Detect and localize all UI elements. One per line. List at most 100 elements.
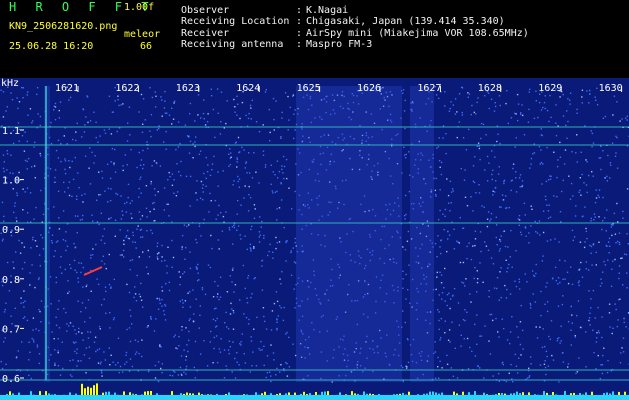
- noise-dot: [282, 319, 285, 322]
- noise-dot: [478, 184, 480, 186]
- noise-dot: [591, 264, 593, 266]
- noise-dot: [439, 246, 441, 248]
- noise-dot: [444, 300, 446, 302]
- noise-dot: [178, 345, 180, 347]
- noise-dot: [57, 139, 60, 142]
- noise-dot: [36, 344, 39, 346]
- noise-dot: [39, 115, 42, 118]
- noise-dot: [606, 371, 609, 374]
- noise-dot: [538, 220, 541, 222]
- noise-dot: [402, 270, 404, 272]
- noise-dot: [436, 276, 438, 278]
- noise-dot: [238, 151, 240, 154]
- noise-dot: [538, 146, 541, 148]
- noise-dot: [436, 147, 438, 149]
- noise-dot: [230, 156, 232, 158]
- noise-dot: [57, 365, 60, 367]
- noise-dot: [622, 351, 625, 353]
- noise-dot: [213, 347, 215, 350]
- noise-dot: [27, 157, 30, 160]
- noise-dot: [535, 231, 537, 233]
- time-tick-label: 1625: [297, 83, 321, 94]
- time-tick-label: 1626: [357, 83, 381, 94]
- noise-dot: [114, 171, 117, 173]
- noise-dot: [592, 289, 595, 292]
- noise-dot: [246, 248, 248, 251]
- noise-dot: [622, 210, 624, 213]
- noise-dot: [226, 326, 228, 328]
- noise-dot: [530, 205, 532, 207]
- noise-dot: [101, 375, 103, 377]
- noise-dot: [528, 375, 531, 377]
- noise-dot: [186, 344, 188, 346]
- noise-dot: [207, 164, 209, 166]
- noise-dot: [620, 352, 622, 354]
- noise-dot: [446, 354, 448, 357]
- noise-dot: [476, 145, 478, 147]
- noise-dot: [33, 165, 36, 167]
- noise-dot: [157, 258, 159, 260]
- noise-dot: [118, 371, 120, 374]
- noise-dot: [594, 201, 597, 204]
- noise-dot: [2, 116, 5, 118]
- noise-dot: [23, 306, 25, 308]
- noise-dot: [49, 276, 52, 278]
- noise-dot: [222, 215, 225, 218]
- noise-dot: [69, 263, 71, 266]
- noise-dot: [209, 192, 211, 195]
- noise-dot: [494, 156, 496, 158]
- noise-dot: [530, 157, 533, 160]
- noise-dot: [233, 312, 235, 314]
- noise-dot: [29, 192, 32, 194]
- noise-dot: [486, 155, 489, 158]
- noise-dot: [192, 143, 194, 145]
- noise-dot: [184, 258, 186, 260]
- noise-dot: [228, 229, 231, 231]
- noise-dot: [541, 260, 544, 262]
- noise-dot: [196, 268, 198, 270]
- noise-dot: [518, 281, 521, 283]
- noise-dot: [292, 343, 294, 345]
- noise-dot: [33, 146, 35, 148]
- spectrogram: kHz 1.1 1.0 0.9 0.8 0.7 0.6 1621 1622 1623 1624 162…: [0, 78, 629, 400]
- noise-dot: [444, 208, 447, 211]
- noise-dot: [215, 335, 218, 337]
- noise-dot: [589, 244, 591, 247]
- noise-dot: [489, 220, 491, 222]
- noise-dot: [261, 289, 264, 291]
- noise-dot: [488, 290, 490, 292]
- noise-dot: [545, 350, 548, 353]
- noise-dot: [457, 302, 460, 304]
- noise-dot: [509, 293, 512, 295]
- noise-dot: [85, 285, 87, 288]
- noise-dot: [496, 140, 498, 143]
- noise-dot: [173, 179, 175, 181]
- noise-dot: [38, 277, 40, 279]
- noise-dot: [188, 339, 190, 342]
- noise-dot: [59, 266, 62, 268]
- noise-dot: [188, 319, 190, 322]
- noise-dot: [135, 247, 137, 249]
- noise-dot: [188, 330, 190, 333]
- noise-dot: [6, 261, 9, 264]
- noise-dot: [585, 268, 588, 270]
- noise-dot: [172, 118, 175, 120]
- noise-dot: [60, 143, 62, 145]
- noise-dot: [181, 374, 183, 376]
- noise-dot: [554, 238, 556, 240]
- noise-dot: [64, 240, 67, 242]
- noise-dot: [281, 111, 283, 114]
- noise-dot: [454, 113, 457, 115]
- noise-dot: [546, 301, 549, 303]
- noise-dot: [166, 265, 168, 267]
- noise-dot: [85, 372, 87, 374]
- noise-dot: [236, 161, 238, 163]
- noise-dot: [23, 261, 26, 264]
- noise-dot: [472, 165, 475, 167]
- noise-dot: [492, 375, 494, 377]
- noise-dot: [442, 125, 445, 127]
- noise-dot: [448, 234, 451, 236]
- noise-dot: [128, 237, 130, 240]
- noise-dot: [480, 137, 482, 140]
- noise-dot: [498, 299, 500, 301]
